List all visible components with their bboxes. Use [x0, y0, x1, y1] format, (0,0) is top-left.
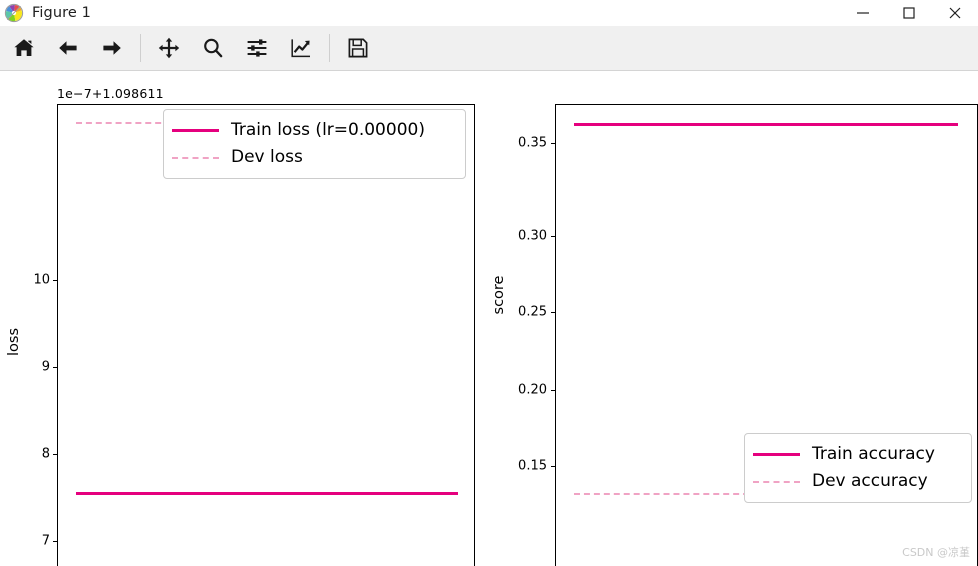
loss-y-offset-text: 1e−7+1.098611 [57, 86, 164, 101]
back-arrow-icon[interactable] [46, 28, 90, 68]
close-icon[interactable] [932, 0, 978, 26]
accuracy-legend[interactable]: Train accuracy Dev accuracy [744, 433, 972, 503]
accuracy-ytick-label: 0.35 [518, 135, 547, 151]
toolbar-separator-1 [140, 34, 141, 62]
loss-ytick-label: 9 [41, 359, 50, 375]
legend-label: Train loss (lr=0.00000) [231, 120, 425, 140]
legend-entry: Dev accuracy [753, 468, 961, 495]
legend-entry: Train accuracy [753, 441, 961, 468]
window-controls [840, 0, 978, 26]
legend-entry: Train loss (lr=0.00000) [172, 117, 455, 144]
move-icon[interactable] [147, 28, 191, 68]
forward-arrow-icon[interactable] [90, 28, 134, 68]
window-titlebar: Figure 1 [0, 0, 978, 26]
sliders-icon[interactable] [235, 28, 279, 68]
train-accuracy-legend-key [753, 453, 800, 456]
csdn-watermark: CSDN @凉堇 [902, 546, 970, 559]
legend-label: Dev loss [231, 147, 303, 167]
window-title: Figure 1 [32, 4, 91, 21]
legend-label: Dev accuracy [812, 471, 928, 491]
train-loss-line [76, 492, 458, 495]
magnifier-icon[interactable] [191, 28, 235, 68]
legend-label: Train accuracy [812, 444, 935, 464]
accuracy-ytick-mark [551, 311, 555, 313]
loss-ytick-label: 8 [41, 446, 50, 462]
accuracy-ytick-label: 0.20 [518, 382, 547, 398]
loss-ytick-label: 10 [33, 272, 50, 288]
loss-ytick-mark [53, 279, 57, 281]
loss-ytick-mark [53, 540, 57, 542]
accuracy-ytick-label: 0.15 [518, 458, 547, 474]
dev-loss-legend-key [172, 156, 219, 159]
floppy-disk-icon[interactable] [336, 28, 380, 68]
train-accuracy-line [574, 123, 958, 126]
accuracy-y-axis-label: score [491, 275, 507, 315]
train-loss-legend-key [172, 129, 219, 132]
loss-ytick-label: 7 [41, 533, 50, 549]
accuracy-ytick-mark [551, 235, 555, 237]
accuracy-ytick-mark [551, 142, 555, 144]
accuracy-ytick-label: 0.30 [518, 228, 547, 244]
accuracy-ytick-mark [551, 389, 555, 391]
legend-entry: Dev loss [172, 144, 455, 171]
loss-legend[interactable]: Train loss (lr=0.00000) Dev loss [163, 109, 466, 179]
dev-accuracy-legend-key [753, 480, 800, 483]
toolbar-separator-2 [329, 34, 330, 62]
maximize-icon[interactable] [886, 0, 932, 26]
figure-window: Figure 1 1e−7+1.098611 10 9 8 7 loss Tra… [0, 0, 978, 566]
minimize-icon[interactable] [840, 0, 886, 26]
matplotlib-pinwheel-icon [4, 3, 24, 23]
navigation-toolbar [0, 26, 978, 71]
loss-y-axis-label: loss [6, 328, 22, 357]
accuracy-ytick-mark [551, 465, 555, 467]
home-icon[interactable] [2, 28, 46, 68]
loss-ytick-mark [53, 366, 57, 368]
figure-canvas: 1e−7+1.098611 10 9 8 7 6 loss 0 25 50 75… [0, 72, 978, 566]
loss-ytick-mark [53, 453, 57, 455]
chart-line-icon[interactable] [279, 28, 323, 68]
